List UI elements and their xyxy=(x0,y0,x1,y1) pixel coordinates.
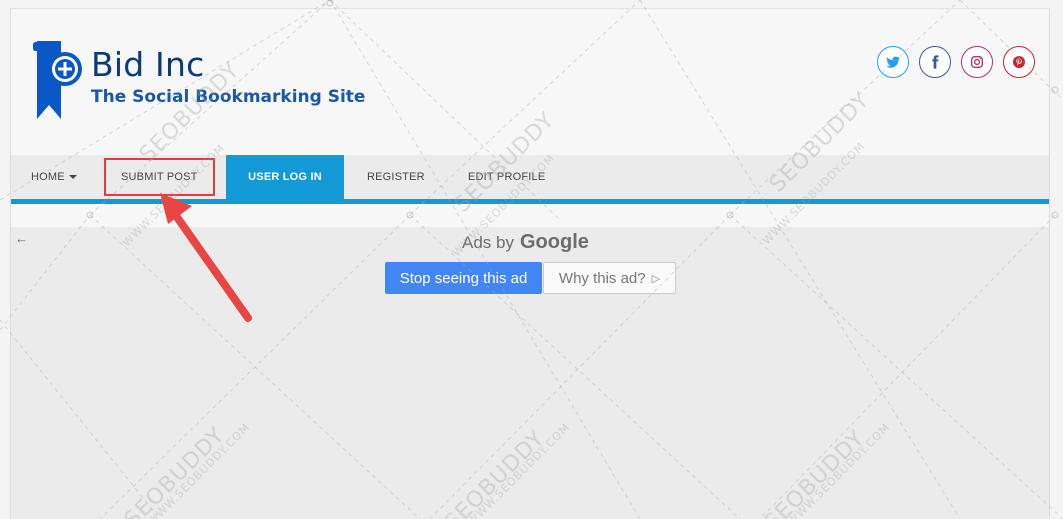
pinterest-icon xyxy=(1013,56,1025,68)
nav-user-log-in[interactable]: USER LOG IN xyxy=(226,155,344,199)
facebook-icon xyxy=(932,55,939,69)
twitter-button[interactable] xyxy=(877,46,909,78)
back-arrow-icon[interactable]: ← xyxy=(15,231,28,246)
pinterest-button[interactable] xyxy=(1003,46,1035,78)
nav-home[interactable]: HOME xyxy=(31,155,91,199)
google-logo: Google xyxy=(519,231,589,253)
ads-by-google-label: Ads by Google xyxy=(462,231,589,254)
site-logo[interactable]: Bid Inc The Social Bookmarking Site xyxy=(31,39,365,125)
nav-user-log-in-label: USER LOG IN xyxy=(248,171,322,183)
nav-edit-profile-label: EDIT PROFILE xyxy=(468,171,546,183)
annotation-highlight-box xyxy=(104,158,215,196)
ad-container: ← Ads by Google Stop seeing this ad Why … xyxy=(11,227,1049,519)
nav-register-label: REGISTER xyxy=(367,171,425,183)
social-links xyxy=(877,46,1035,78)
caret-down-icon xyxy=(68,175,77,179)
nav-underline xyxy=(11,199,1049,204)
nav-edit-profile[interactable]: EDIT PROFILE xyxy=(468,155,558,199)
stop-seeing-ad-button[interactable]: Stop seeing this ad xyxy=(385,262,542,294)
ads-by-text: Ads by xyxy=(462,233,514,252)
instagram-icon xyxy=(971,56,983,68)
site-header: Bid Inc The Social Bookmarking Site xyxy=(11,9,1049,155)
instagram-button[interactable] xyxy=(961,46,993,78)
page: Bid Inc The Social Bookmarking Site HOME… xyxy=(0,0,1063,519)
nav-register[interactable]: REGISTER xyxy=(367,155,437,199)
adchoices-icon: ▷ xyxy=(651,272,661,285)
bookmark-plus-icon xyxy=(33,41,82,119)
why-this-ad-label: Why this ad? xyxy=(558,269,646,287)
why-this-ad-button[interactable]: Why this ad? ▷ xyxy=(543,262,676,294)
site-frame: Bid Inc The Social Bookmarking Site HOME… xyxy=(10,8,1050,519)
site-tagline: The Social Bookmarking Site xyxy=(91,87,366,107)
twitter-icon xyxy=(886,56,900,68)
site-name: Bid Inc xyxy=(91,45,205,84)
facebook-button[interactable] xyxy=(919,46,951,78)
nav-home-label: HOME xyxy=(31,171,65,183)
